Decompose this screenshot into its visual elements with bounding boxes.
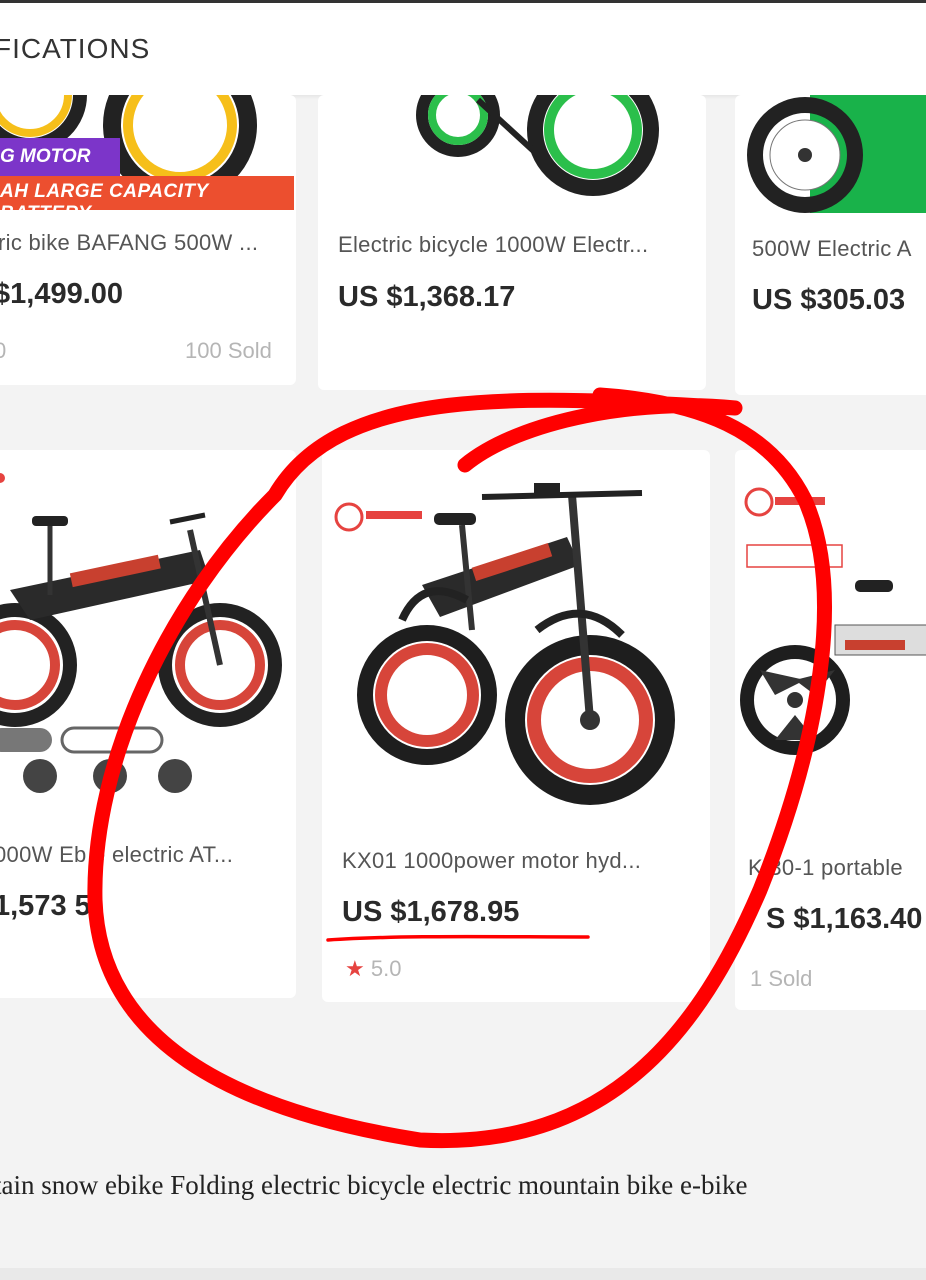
top-bar: FICATIONS xyxy=(0,0,926,99)
promo-badge: G MOTOR xyxy=(0,138,120,176)
bottom-bar xyxy=(0,1268,926,1280)
product-title[interactable]: KX01 1000power motor hyd... xyxy=(342,848,641,874)
product-price: S $1,163.40 xyxy=(766,903,923,935)
badge-text: G MOTOR xyxy=(0,146,91,167)
product-price: $1,499.00 xyxy=(0,278,124,310)
product-title[interactable]: Electric bicycle 1000W Electr... xyxy=(338,232,648,258)
product-image xyxy=(334,483,675,805)
page-caption: tain snow ebike Folding electric bicycle… xyxy=(0,1170,748,1200)
rating-value: 5.0 xyxy=(370,956,402,981)
sold-count: 100 Sold xyxy=(185,338,272,363)
product-title[interactable]: ric bike BAFANG 500W ... xyxy=(0,230,258,256)
product-price: 1,573 5 xyxy=(0,890,91,922)
product-rating: 0 xyxy=(0,338,7,363)
product-title[interactable]: K 30-1 portable xyxy=(748,855,903,881)
product-image xyxy=(747,95,926,213)
product-price: US $1,368.17 xyxy=(338,281,516,313)
promo-badge: AH LARGE CAPACITY BATTERY xyxy=(0,176,294,224)
product-rating: ★ 5.0 xyxy=(345,956,401,982)
product-image xyxy=(0,473,282,793)
product-title[interactable]: 500W Electric A xyxy=(752,236,912,262)
badge-text: AH LARGE CAPACITY BATTERY xyxy=(0,181,209,224)
product-price: US $305.03 xyxy=(752,284,906,316)
sold-count: 1 Sold xyxy=(750,966,813,991)
product-price: US $1,678.95 xyxy=(342,896,520,928)
product-title[interactable]: 000W Eb e electric AT... xyxy=(0,842,233,868)
product-image xyxy=(740,487,926,755)
product-image xyxy=(416,95,659,196)
tab-specifications[interactable]: FICATIONS xyxy=(0,33,150,65)
star-icon: ★ xyxy=(345,956,365,981)
